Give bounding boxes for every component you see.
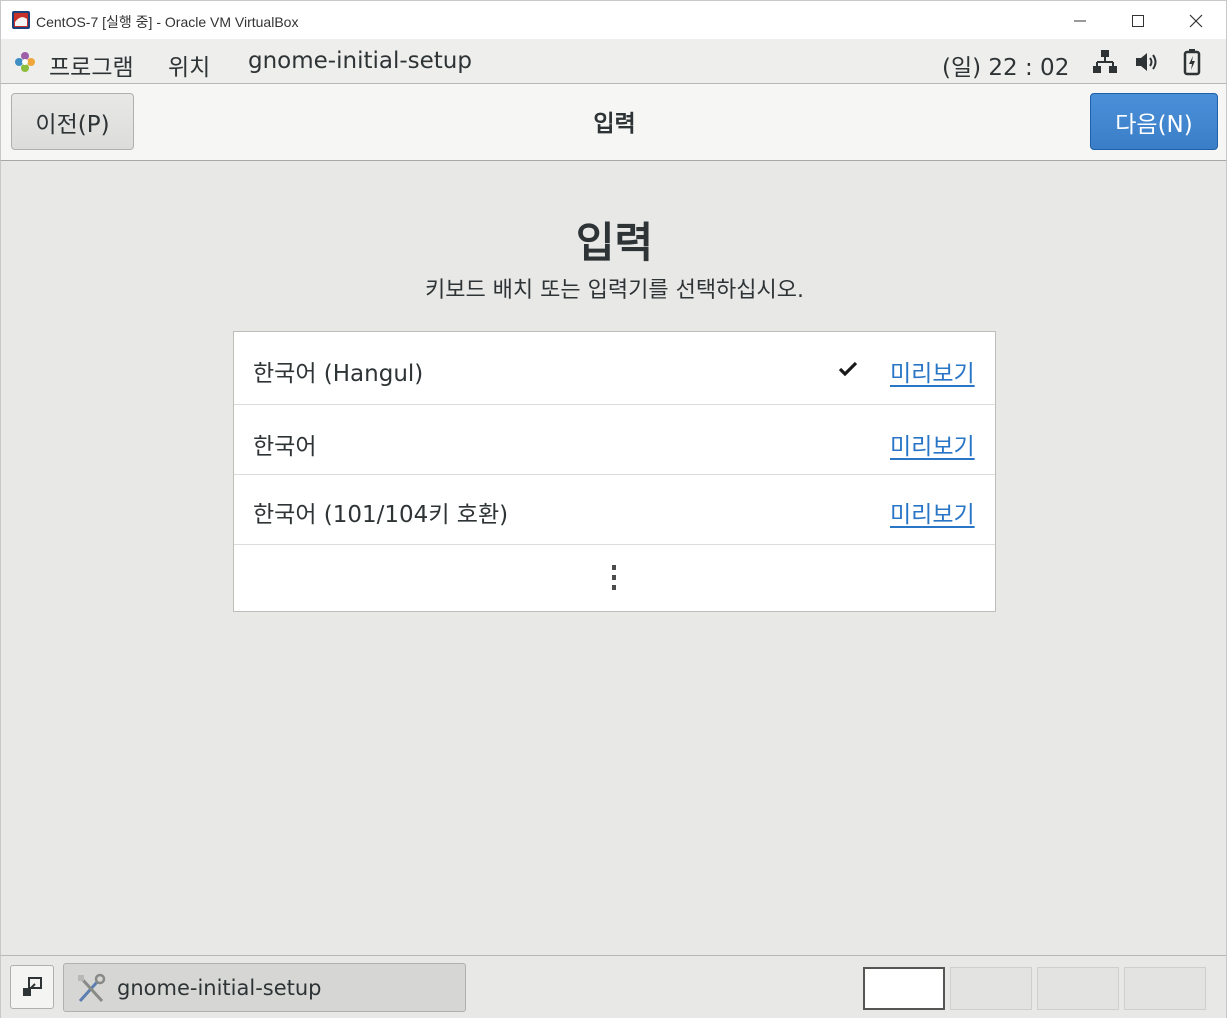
workspace-2[interactable]	[950, 967, 1032, 1010]
workspace-1[interactable]	[863, 967, 945, 1010]
taskbar-task-gnome-initial-setup[interactable]: gnome-initial-setup	[63, 963, 466, 1012]
input-source-label: 한국어 (101/104키 호환)	[253, 502, 509, 528]
more-vertical-icon	[612, 565, 616, 590]
virtualbox-icon	[12, 11, 30, 29]
preview-link[interactable]: 미리보기	[890, 354, 975, 388]
input-source-row[interactable]: 한국어 (Hangul) 미리보기	[234, 332, 995, 405]
setup-tools-icon	[78, 973, 106, 1003]
input-source-row[interactable]: 한국어 (101/104키 호환) 미리보기	[234, 475, 995, 545]
headerbar: 이전(P) 입력 다음(N)	[0, 84, 1227, 161]
window-title: CentOS-7 [실행 중] - Oracle VM VirtualBox	[36, 14, 299, 30]
applications-menu[interactable]: 프로그램	[49, 48, 134, 82]
checkmark-icon	[837, 358, 859, 380]
page-title: 입력	[575, 218, 654, 267]
battery-status[interactable]	[1179, 48, 1205, 76]
preview-link[interactable]: 미리보기	[890, 495, 975, 529]
maximize-icon	[1132, 14, 1144, 27]
next-button[interactable]: 다음(N)	[1090, 93, 1218, 150]
places-menu[interactable]: 위치	[168, 48, 210, 82]
input-source-label: 한국어	[253, 434, 317, 460]
task-label: gnome-initial-setup	[117, 976, 322, 1000]
gnome-top-panel: 프로그램 위치 gnome-initial-setup (일) 22 : 02	[0, 39, 1227, 84]
header-title: 입력	[593, 111, 636, 137]
input-source-row[interactable]: 한국어 미리보기	[234, 405, 995, 475]
maximize-button[interactable]	[1109, 1, 1167, 40]
more-input-sources-row[interactable]	[234, 545, 995, 611]
window-titlebar: CentOS-7 [실행 중] - Oracle VM VirtualBox	[0, 0, 1227, 39]
battery-icon	[1183, 49, 1201, 76]
page-subtitle: 키보드 배치 또는 입력기를 선택하십시오.	[424, 278, 805, 303]
applications-icon	[15, 52, 35, 72]
network-icon	[1093, 50, 1117, 73]
bottom-taskbar: gnome-initial-setup	[0, 955, 1227, 1018]
preview-link[interactable]: 미리보기	[890, 427, 975, 461]
workspace-4[interactable]	[1124, 967, 1206, 1010]
show-desktop-button[interactable]	[10, 965, 54, 1009]
volume-icon	[1136, 53, 1157, 71]
network-status[interactable]	[1092, 48, 1118, 76]
main-content: 입력 키보드 배치 또는 입력기를 선택하십시오. 한국어 (Hangul) 미…	[0, 161, 1227, 955]
input-source-label: 한국어 (Hangul)	[253, 361, 424, 387]
show-desktop-icon	[23, 977, 42, 996]
close-icon	[1189, 14, 1203, 27]
minimize-button[interactable]	[1051, 1, 1109, 40]
input-source-list: 한국어 (Hangul) 미리보기 한국어 미리보기 한국어 (101/104키…	[233, 331, 996, 612]
app-menu[interactable]: gnome-initial-setup	[248, 48, 472, 74]
clock[interactable]: (일) 22 : 02	[942, 48, 1069, 82]
close-button[interactable]	[1167, 1, 1225, 40]
volume-status[interactable]	[1134, 48, 1160, 76]
workspace-3[interactable]	[1037, 967, 1119, 1010]
minimize-icon	[1074, 20, 1086, 21]
